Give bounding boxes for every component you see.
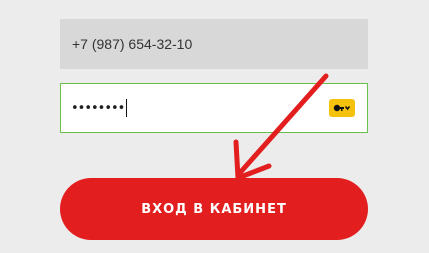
password-input[interactable]: •••••••• [60,83,368,133]
key-dropdown-icon[interactable] [329,99,355,117]
login-form: +7 (987) 654-32-10 •••••••• ВХОД В КАБИН… [0,0,429,253]
password-value: •••••••• [71,100,125,116]
login-button-label: ВХОД В КАБИНЕТ [141,201,287,217]
phone-value: +7 (987) 654-32-10 [72,36,193,52]
text-caret [126,99,128,117]
login-button[interactable]: ВХОД В КАБИНЕТ [60,178,368,240]
phone-input[interactable]: +7 (987) 654-32-10 [60,19,368,69]
